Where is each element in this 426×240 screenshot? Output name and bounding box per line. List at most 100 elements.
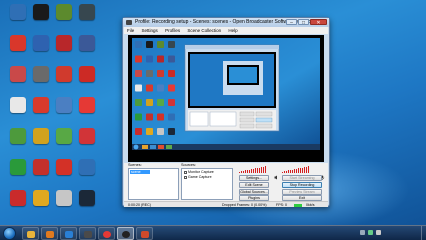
menu-scene-collection[interactable]: Scene Collection [187,28,221,33]
sources-list[interactable]: Monitor Capture Game Capture [181,168,233,200]
app-icon [141,231,149,238]
preview-desktop-icon [168,128,175,135]
tray-arrow-icon[interactable] [360,230,365,235]
preview-desktop-icon [135,55,142,63]
title-bar[interactable]: Profile: Recording setup - Scenes: scene… [123,18,329,27]
preview-desktop-icon [157,55,164,63]
stream-preview[interactable] [128,35,324,162]
desktop-icon[interactable] [72,4,102,21]
preview-desktop-icon [135,84,142,92]
preview-desktop-icon [168,55,175,63]
preview-desktop-icon [146,128,153,135]
preview-desktop-icon [168,99,175,106]
preview-desktop-icon [168,70,175,77]
media-icon [84,231,92,238]
mic-volume-meter [282,166,310,173]
desktop-icon[interactable] [72,35,102,52]
scenes-list[interactable]: scene [128,168,179,200]
show-desktop-button[interactable] [421,226,426,240]
close-button[interactable]: ✕ [310,19,327,26]
volume-icon[interactable] [376,230,381,235]
desktop-icon[interactable] [72,128,102,145]
desktop-volume-meter [239,166,267,173]
stop-recording-button[interactable]: Stop Recording [282,182,322,188]
taskbar-ie[interactable] [60,227,77,240]
taskbar-chrome[interactable] [98,227,115,240]
preview-desktop-icon [157,84,164,92]
app-shortcut-icon [33,190,49,206]
app-shortcut-icon [79,190,95,206]
media-player-icon [46,231,54,238]
menu-file[interactable]: File [127,28,134,33]
preview-capture-image [132,38,320,150]
edit-scene-button[interactable]: Edit Scene [239,182,269,188]
source-item-game-capture[interactable]: Game Capture [184,175,212,179]
app-shortcut-icon [56,128,72,144]
app-shortcut-icon [33,4,49,20]
start-button[interactable] [3,227,16,240]
preview-desktop-icon [157,113,164,121]
preview-desktop-icon [135,99,142,106]
app-shortcut-icon [79,35,95,51]
menu-help[interactable]: Help [228,28,237,33]
settings-button[interactable]: Settings... [239,175,269,181]
app-shortcut-icon [79,97,95,113]
preview-desktop-icon [146,70,153,77]
taskbar-obs[interactable] [117,227,134,240]
status-fps: FPS: 0 [276,203,287,207]
taskbar-media-player[interactable] [41,227,58,240]
app-shortcut-icon [56,66,72,82]
menu-profiles[interactable]: Profiles [165,28,180,33]
desktop-icon[interactable] [72,159,102,176]
app-shortcut-icon [10,190,26,206]
preview-desktop-icon [168,41,175,48]
app-shortcut-icon [79,159,95,175]
menu-bar: File Settings Profiles Scene Collection … [124,27,328,34]
maximize-button[interactable]: □ [298,19,309,26]
minimize-button[interactable]: – [286,19,297,26]
checkbox-icon[interactable] [184,170,187,174]
menu-settings[interactable]: Settings [142,28,158,33]
app-shortcut-icon [33,66,49,82]
app-shortcut-icon [33,159,49,175]
meter-bar [264,166,267,173]
taskbar-app[interactable] [136,227,153,240]
preview-desktop-icon [135,41,142,48]
checkbox-icon[interactable] [184,175,187,179]
microphone-icon[interactable] [320,167,325,180]
start-streaming-button[interactable]: Start Streaming [282,175,322,181]
app-shortcut-icon [10,128,26,144]
taskbar-media[interactable] [79,227,96,240]
network-icon[interactable] [368,230,373,235]
desktop-icon[interactable] [72,97,102,114]
app-shortcut-icon [56,190,72,206]
preview-desktop-icon [135,113,142,121]
app-shortcut-icon [79,128,95,144]
app-shortcut-icon [10,4,26,20]
preview-desktop-icon [146,84,153,92]
status-bar: 0:00:20 (REC) Dropped Frames: 0 (0.00%) … [124,201,328,207]
desktop-icon[interactable] [72,66,102,83]
app-shortcut-icon [56,97,72,113]
preview-desktop-icon [146,99,153,106]
controls-panel: Scenes: Sources: scene Monitor Capture G… [124,163,328,207]
app-shortcut-icon [33,97,49,113]
app-shortcut-icon [33,128,49,144]
speaker-icon[interactable] [274,167,279,180]
app-shortcut-icon [79,66,95,82]
source-item-monitor-capture[interactable]: Monitor Capture [184,170,214,174]
app-shortcut-icon [56,4,72,20]
preview-desktop-icon [135,70,142,77]
sources-label: Sources: [181,163,196,167]
browser-icon [65,231,73,238]
app-shortcut-icon [10,66,26,82]
status-dropped-frames: Dropped Frames: 0 (0.00%) [222,203,267,207]
app-shortcut-icon [10,35,26,51]
preview-desktop-icon [135,128,142,135]
app-shortcut-icon [33,35,49,51]
app-shortcut-icon [56,159,72,175]
desktop-icon[interactable] [72,190,102,207]
preview-desktop-icon [157,70,164,77]
taskbar-explorer[interactable] [22,227,39,240]
app-shortcut-icon [10,97,26,113]
